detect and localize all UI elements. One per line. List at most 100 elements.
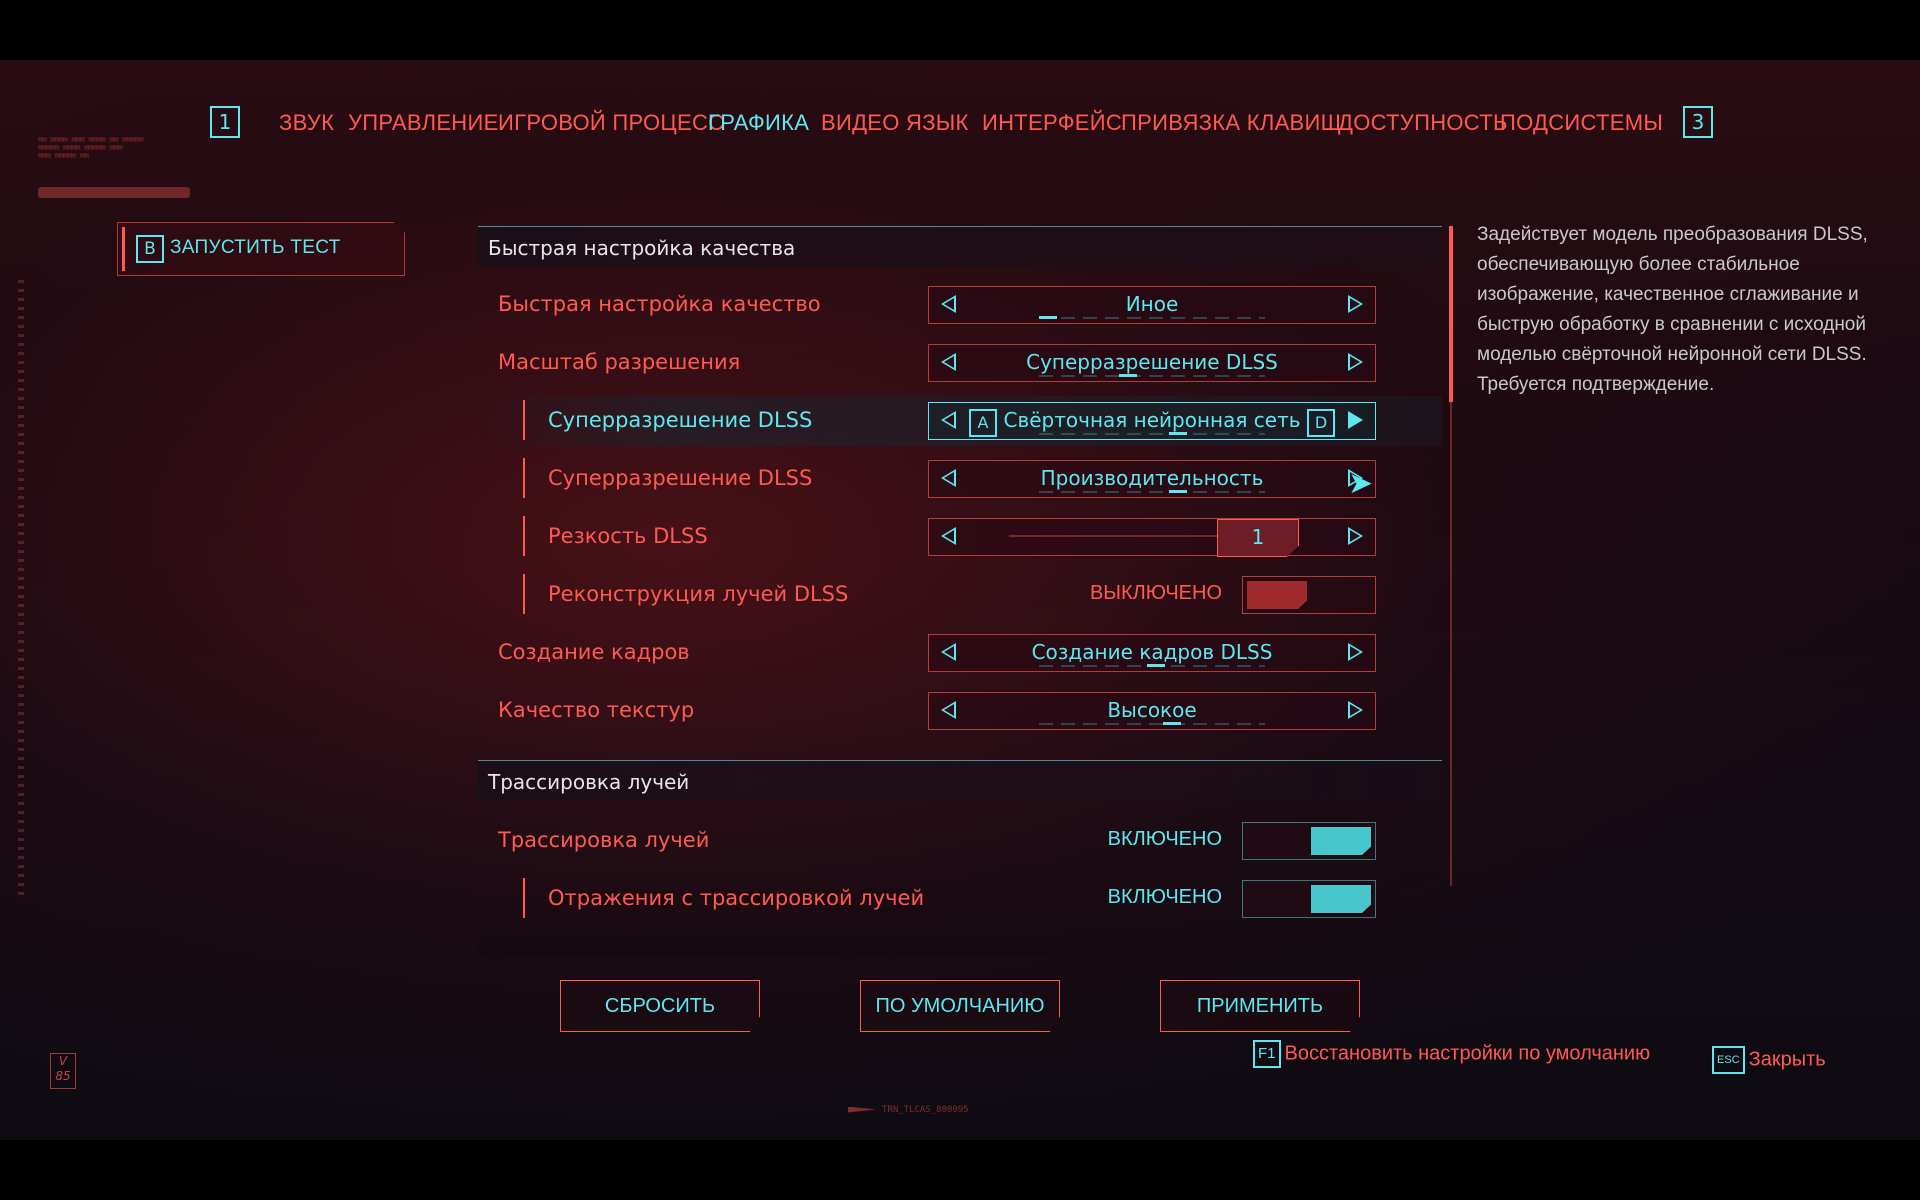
tab-sound[interactable]: ЗВУК <box>279 110 334 136</box>
arrow-right-icon[interactable] <box>1348 701 1363 719</box>
indent-bar <box>523 574 525 614</box>
toggle-switch[interactable] <box>1242 880 1376 918</box>
tab-gameplay[interactable]: ИГРОВОЙ ПРОЦЕСС <box>498 110 724 136</box>
arrow-right-icon[interactable] <box>1348 353 1363 371</box>
arrow-right-icon[interactable] <box>1348 295 1363 313</box>
setting-description: Задействует модель преобразования DLSS, … <box>1477 224 1868 395</box>
version-badge: V 85 <box>50 1053 76 1089</box>
esc-key: ESC <box>1712 1046 1745 1074</box>
scrollbar-thumb[interactable] <box>1449 226 1453 402</box>
slider-handle[interactable]: 1 <box>1217 519 1299 557</box>
restore-defaults-hint[interactable]: F1 Восстановить настройки по умолчанию <box>1253 1040 1650 1068</box>
setting-row-ray-tracing[interactable]: Трассировка лучей ВКЛЮЧЕНО <box>478 816 1442 866</box>
setting-row-resolution-scaling[interactable]: Масштаб разрешения Суперразрешение DLSS <box>478 338 1442 388</box>
option-dots <box>1039 374 1265 377</box>
tab-controls[interactable]: УПРАВЛЕНИЕ <box>348 110 499 136</box>
option-dots <box>1039 722 1265 725</box>
section-header-quick: Быстрая настройка качества <box>478 226 1442 267</box>
setting-row-texture-quality[interactable]: Качество текстур Высокое <box>478 686 1442 736</box>
setting-label: Суперразрешение DLSS <box>548 408 813 432</box>
tab-graphics[interactable]: ГРАФИКА <box>708 110 809 136</box>
indent-bar <box>523 458 525 498</box>
option-selector[interactable]: A Свёрточная нейронная сеть D <box>928 402 1376 440</box>
tab-interface[interactable]: ИНТЕРФЕЙС <box>982 110 1122 136</box>
tab-video[interactable]: ВИДЕО <box>821 110 900 136</box>
nav-next-key[interactable]: 3 <box>1683 106 1713 138</box>
setting-row-ray-reconstruction[interactable]: Реконструкция лучей DLSS ВЫКЛЮЧЕНО <box>478 570 1442 620</box>
setting-row-dlss-model[interactable]: Суперразрешение DLSS A Свёрточная нейрон… <box>478 396 1442 446</box>
setting-label: Суперразрешение DLSS <box>548 466 813 490</box>
run-benchmark-button[interactable]: B ЗАПУСТИТЬ ТЕСТ <box>117 222 405 276</box>
section-header-raytracing: Трассировка лучей <box>478 760 1442 801</box>
option-value: Суперразрешение DLSS <box>1026 350 1278 374</box>
tab-accessibility[interactable]: ДОСТУПНОСТЬ <box>1338 110 1508 136</box>
option-value: Производительность <box>1040 466 1264 490</box>
option-value: Свёрточная нейронная сеть <box>1003 408 1301 432</box>
option-selector[interactable]: Создание кадров DLSS <box>928 634 1376 672</box>
f1-key: F1 <box>1253 1040 1281 1068</box>
key-a-hint: A <box>969 409 997 437</box>
deco-ticks <box>18 280 24 900</box>
toggle-state-label: ВКЛЮЧЕНО <box>1107 828 1222 850</box>
deco-bar <box>38 187 190 198</box>
reset-button[interactable]: СБРОСИТЬ <box>560 980 760 1032</box>
nav-prev-key[interactable]: 1 <box>210 106 240 138</box>
apply-button[interactable]: ПРИМЕНИТЬ <box>1160 980 1360 1032</box>
option-selector[interactable]: Высокое <box>928 692 1376 730</box>
option-dots <box>1039 664 1265 667</box>
indent-bar <box>523 400 525 440</box>
option-dots <box>1039 316 1265 319</box>
default-button[interactable]: ПО УМОЛЧАНИЮ <box>860 980 1060 1032</box>
setting-label: Реконструкция лучей DLSS <box>548 582 849 606</box>
tab-language[interactable]: ЯЗЫК <box>906 110 969 136</box>
setting-label: Отражения с трассировкой лучей <box>548 886 925 910</box>
build-id: TRN_TLCAS_800095 <box>848 1105 969 1115</box>
run-benchmark-key: B <box>136 235 164 263</box>
section-title: Трассировка лучей <box>488 770 690 794</box>
toggle-state-label: ВКЛЮЧЕНО <box>1107 886 1222 908</box>
indent-bar <box>523 878 525 918</box>
option-selector[interactable]: Суперразрешение DLSS <box>928 344 1376 382</box>
arrow-left-icon[interactable] <box>941 701 956 719</box>
arrow-right-icon[interactable] <box>1348 527 1363 545</box>
slider-value: 1 <box>1251 525 1265 549</box>
option-selector[interactable]: Иное <box>928 286 1376 324</box>
setting-row-dlss-mode[interactable]: Суперразрешение DLSS Производительность <box>478 454 1442 504</box>
setting-row-dlss-sharpness[interactable]: Резкость DLSS 1 <box>478 512 1442 562</box>
settings-list: Быстрая настройка качества Быстрая настр… <box>478 226 1442 954</box>
top-nav: 1 ЗВУК УПРАВЛЕНИЕ ИГРОВОЙ ПРОЦЕСС ГРАФИК… <box>0 82 1920 142</box>
setting-label: Быстрая настройка качество <box>498 292 821 316</box>
setting-row-frame-generation[interactable]: Создание кадров Создание кадров DLSS <box>478 628 1442 678</box>
arrow-left-icon[interactable] <box>941 411 956 429</box>
arrow-left-icon[interactable] <box>941 643 956 661</box>
tab-keybinds[interactable]: ПРИВЯЗКА КЛАВИШ <box>1121 110 1341 136</box>
tab-subsystems[interactable]: ПОДСИСТЕМЫ <box>1500 110 1663 136</box>
arrow-left-icon[interactable] <box>941 353 956 371</box>
toggle-fill <box>1311 885 1371 913</box>
toggle-switch[interactable] <box>1242 822 1376 860</box>
arrow-left-icon[interactable] <box>941 527 956 545</box>
restore-defaults-label: Восстановить настройки по умолчанию <box>1284 1042 1651 1065</box>
arrow-left-icon[interactable] <box>941 295 956 313</box>
slider-track <box>1009 535 1219 537</box>
option-selector[interactable]: Производительность <box>928 460 1376 498</box>
option-dots <box>1039 490 1265 493</box>
setting-row-preset[interactable]: Быстрая настройка качество Иное <box>478 280 1442 330</box>
setting-label: Масштаб разрешения <box>498 350 741 374</box>
section-title: Быстрая настройка качества <box>488 236 796 260</box>
option-value: Высокое <box>1107 698 1197 722</box>
option-value: Иное <box>1125 292 1179 316</box>
arrow-right-icon[interactable] <box>1348 411 1363 429</box>
arrow-right-icon[interactable] <box>1348 643 1363 661</box>
setting-label: Создание кадров <box>498 640 690 664</box>
run-benchmark-accent <box>122 227 125 271</box>
toggle-fill <box>1311 827 1371 855</box>
close-hint[interactable]: ESC Закрыть <box>1712 1046 1826 1074</box>
indent-bar <box>523 516 525 556</box>
slider[interactable]: 1 <box>928 518 1376 557</box>
toggle-state-label: ВЫКЛЮЧЕНО <box>1089 582 1222 604</box>
toggle-switch[interactable] <box>1242 576 1376 614</box>
list-fade <box>478 915 1442 955</box>
setting-label: Качество текстур <box>498 698 695 722</box>
arrow-left-icon[interactable] <box>941 469 956 487</box>
